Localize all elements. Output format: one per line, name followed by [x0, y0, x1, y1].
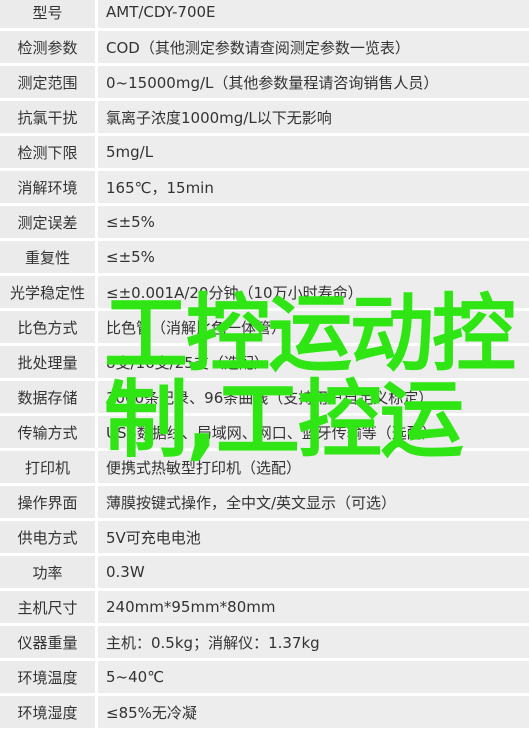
spec-row: 测定误差 ≤±5% — [0, 206, 529, 238]
spec-value: 165℃，15min — [98, 171, 529, 203]
spec-row: 功率 0.3W — [0, 556, 529, 588]
spec-label: 测定范围 — [0, 66, 95, 98]
spec-row: 仪器重量 主机：0.5kg；消解仪：1.37kg — [0, 626, 529, 658]
spec-value: 薄膜按键式操作，全中文/英文显示（可选） — [98, 486, 529, 518]
spec-label: 比色方式 — [0, 311, 95, 343]
spec-label: 重复性 — [0, 241, 95, 273]
spec-row: 检测参数 COD（其他测定参数请查阅测定参数一览表） — [0, 31, 529, 63]
spec-label: 型号 — [0, 0, 95, 28]
spec-label: 数据存储 — [0, 381, 95, 413]
spec-label: 供电方式 — [0, 521, 95, 553]
spec-label: 检测下限 — [0, 136, 95, 168]
watermark-line-2: 制,工控运 — [104, 371, 464, 469]
spec-value: 0.3W — [98, 556, 529, 588]
spec-label: 环境湿度 — [0, 696, 95, 728]
spec-label: 抗氯干扰 — [0, 101, 95, 133]
spec-label: 仪器重量 — [0, 626, 95, 658]
spec-value: 氯离子浓度1000mg/L以下无影响 — [98, 101, 529, 133]
spec-row: 供电方式 5V可充电电池 — [0, 521, 529, 553]
spec-value: ≤±5% — [98, 241, 529, 273]
spec-row: 型号 AMT/CDY-700E — [0, 0, 529, 28]
spec-label: 消解环境 — [0, 171, 95, 203]
spec-row: 测定范围 0~15000mg/L（其他参数量程请咨询销售人员） — [0, 66, 529, 98]
spec-label: 主机尺寸 — [0, 591, 95, 623]
spec-value: ≤±5% — [98, 206, 529, 238]
spec-value: AMT/CDY-700E — [98, 0, 529, 28]
spec-label: 批处理量 — [0, 346, 95, 378]
spec-row: 检测下限 5mg/L — [0, 136, 529, 168]
spec-label: 打印机 — [0, 451, 95, 483]
spec-label: 检测参数 — [0, 31, 95, 63]
spec-row: 重复性 ≤±5% — [0, 241, 529, 273]
spec-row: 抗氯干扰 氯离子浓度1000mg/L以下无影响 — [0, 101, 529, 133]
spec-value: COD（其他测定参数请查阅测定参数一览表） — [98, 31, 529, 63]
spec-label: 功率 — [0, 556, 95, 588]
spec-value: ≤85%无冷凝 — [98, 696, 529, 728]
spec-value: 主机：0.5kg；消解仪：1.37kg — [98, 626, 529, 658]
spec-row: 环境湿度 ≤85%无冷凝 — [0, 696, 529, 728]
spec-label: 环境温度 — [0, 661, 95, 693]
spec-value: 5~40℃ — [98, 661, 529, 693]
spec-label: 光学稳定性 — [0, 276, 95, 308]
spec-value: 0~15000mg/L（其他参数量程请咨询销售人员） — [98, 66, 529, 98]
spec-value: 5V可充电电池 — [98, 521, 529, 553]
spec-row: 消解环境 165℃，15min — [0, 171, 529, 203]
spec-row: 主机尺寸 240mm*95mm*80mm — [0, 591, 529, 623]
spec-row: 操作界面 薄膜按键式操作，全中文/英文显示（可选） — [0, 486, 529, 518]
spec-value: 5mg/L — [98, 136, 529, 168]
watermark-line-1: 工控运动控 — [104, 285, 516, 383]
spec-value: 240mm*95mm*80mm — [98, 591, 529, 623]
spec-label: 测定误差 — [0, 206, 95, 238]
spec-row: 环境温度 5~40℃ — [0, 661, 529, 693]
spec-label: 传输方式 — [0, 416, 95, 448]
spec-label: 操作界面 — [0, 486, 95, 518]
